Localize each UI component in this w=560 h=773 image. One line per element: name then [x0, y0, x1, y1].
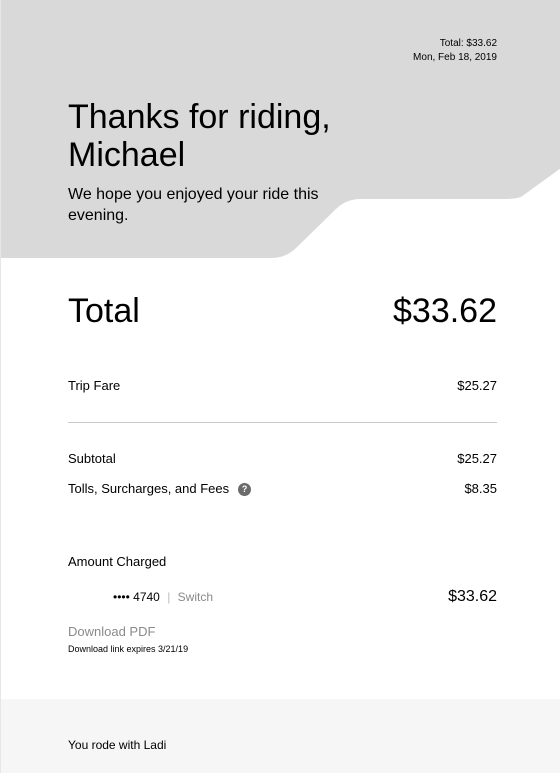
total-label: Total	[68, 292, 140, 330]
payment-method-row: •••• 4740 | Switch $33.62	[113, 588, 497, 606]
fees-value: $8.35	[464, 481, 497, 496]
greeting-heading: Thanks for riding, Michael	[68, 98, 331, 174]
fees-label: Tolls, Surcharges, and Fees	[68, 481, 230, 496]
header-total: Total: $33.62	[439, 38, 497, 49]
trip-fare-value: $25.27	[457, 378, 497, 393]
greeting-line-1: Thanks for riding,	[68, 98, 331, 136]
subtotal-label: Subtotal	[68, 451, 116, 466]
total-value: $33.62	[393, 292, 497, 330]
card-separator: |	[167, 590, 171, 604]
amount-charged-label: Amount Charged	[68, 554, 167, 569]
card-mask-dots: ••••	[113, 590, 130, 604]
subtotal-value: $25.27	[457, 451, 497, 466]
divider	[68, 422, 497, 423]
greeting-subtitle: We hope you enjoyed your ride this eveni…	[68, 186, 319, 224]
fees-label-group: Tolls, Surcharges, and Fees?	[68, 481, 252, 497]
card-last4: 4740	[133, 590, 160, 604]
rider-name: Michael	[68, 136, 186, 174]
receipt-header: Total: $33.62 Mon, Feb 18, 2019 Thanks f…	[1, 0, 560, 260]
question-circle-icon[interactable]: ?	[238, 483, 252, 496]
rode-with-text: You rode with Ladi	[68, 738, 167, 752]
switch-payment-link[interactable]: Switch	[178, 590, 213, 604]
driver-footer: You rode with Ladi	[1, 699, 560, 773]
payment-card: •••• 4740 | Switch	[113, 589, 213, 605]
receipt-page: Total: $33.62 Mon, Feb 18, 2019 Thanks f…	[0, 0, 560, 773]
total-row: Total $33.62	[68, 291, 497, 331]
download-expiry-note: Download link expires 3/21/19	[68, 644, 189, 654]
ride-date: Mon, Feb 18, 2019	[413, 52, 497, 63]
trip-fare-row: Trip Fare $25.27	[68, 378, 497, 394]
trip-fare-label: Trip Fare	[68, 378, 121, 393]
subtotal-row: Subtotal $25.27	[68, 451, 497, 467]
receipt-meta: Total: $33.62 Mon, Feb 18, 2019	[413, 37, 497, 65]
download-pdf-link[interactable]: Download PDF	[68, 624, 155, 640]
charged-amount: $33.62	[448, 588, 497, 605]
fees-row: Tolls, Surcharges, and Fees? $8.35	[68, 481, 497, 497]
